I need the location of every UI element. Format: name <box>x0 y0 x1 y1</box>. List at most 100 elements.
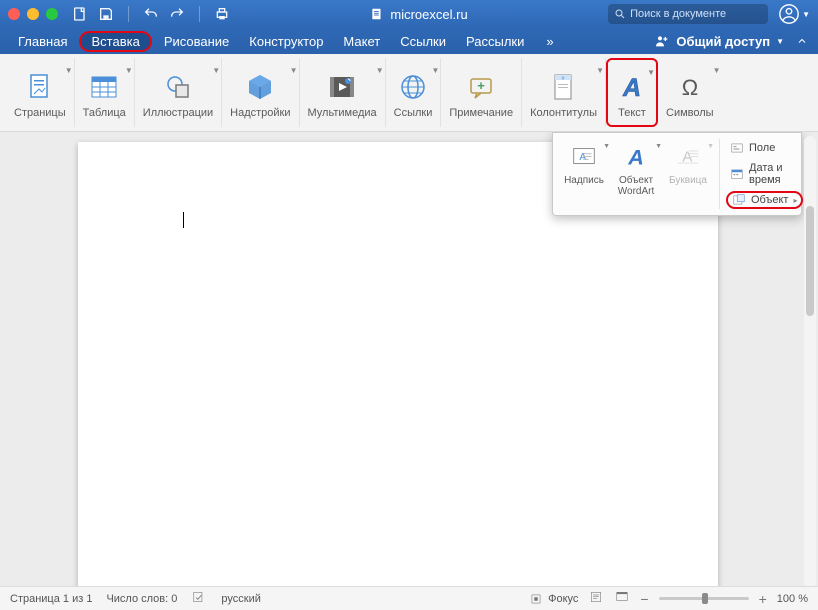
table-icon <box>88 71 120 103</box>
omega-icon: Ω <box>674 71 706 103</box>
undo-icon[interactable] <box>143 6 159 22</box>
print-icon[interactable] <box>214 6 230 22</box>
focus-icon <box>528 592 544 606</box>
ribbon-insert: ▼ Страницы ▼ Таблица ▼ Иллюстрации ▼ Над… <box>0 54 818 132</box>
view-print-layout[interactable] <box>588 590 604 607</box>
zoom-out[interactable]: − <box>640 591 648 607</box>
popup-datetime[interactable]: Дата и время <box>726 160 803 188</box>
chevron-down-icon: ▼ <box>290 66 298 75</box>
ribbon-symbols-label: Символы <box>666 107 714 119</box>
text-dropdown-popup: ▼ A Надпись ▼ A Объект WordArt ▼ A Букви… <box>552 132 802 216</box>
view-web-layout[interactable] <box>614 590 630 607</box>
share-button[interactable]: Общий доступ ▼ <box>654 33 784 49</box>
field-icon <box>730 141 744 155</box>
status-page[interactable]: Страница 1 из 1 <box>10 593 92 605</box>
ribbon-comment[interactable]: + Примечание <box>441 58 522 127</box>
popup-object-label: Объект <box>751 194 788 206</box>
ribbon-text-label: Текст <box>618 107 646 119</box>
chevron-down-icon: ▼ <box>655 143 662 150</box>
ribbon-tabs: Главная Вставка Рисование Конструктор Ма… <box>0 28 818 54</box>
svg-text:Ω: Ω <box>682 75 698 100</box>
wordart-icon: A <box>621 142 651 172</box>
cube-icon <box>244 71 276 103</box>
statusbar: Страница 1 из 1 Число слов: 0 русский Фо… <box>0 586 818 610</box>
vertical-scrollbar[interactable] <box>804 136 816 588</box>
document-title: microexcel.ru <box>230 7 608 22</box>
tab-draw[interactable]: Рисование <box>156 31 237 52</box>
maximize-window[interactable] <box>46 8 58 20</box>
file-icon[interactable] <box>72 6 88 22</box>
scrollbar-thumb[interactable] <box>806 206 814 316</box>
link-icon <box>397 71 429 103</box>
tab-insert[interactable]: Вставка <box>79 31 151 52</box>
weblayout-icon <box>614 590 630 604</box>
status-wordcount[interactable]: Число слов: 0 <box>106 593 177 605</box>
share-icon <box>654 33 670 49</box>
redo-icon[interactable] <box>169 6 185 22</box>
chevron-down-icon: ▼ <box>647 68 655 77</box>
collapse-ribbon-icon[interactable] <box>796 35 808 47</box>
search-input[interactable]: Поиск в документе <box>608 4 768 24</box>
page-icon <box>24 71 56 103</box>
close-window[interactable] <box>8 8 20 20</box>
popup-object[interactable]: Объект ▸ <box>726 191 803 209</box>
zoom-slider[interactable] <box>659 597 749 600</box>
ribbon-media[interactable]: ▼ Мультимедиа <box>300 58 386 127</box>
popup-dropcap-label: Буквица <box>669 175 707 186</box>
media-icon <box>326 71 358 103</box>
ribbon-headerfooter[interactable]: ▼ # Колонтитулы <box>522 58 606 127</box>
chevron-down-icon: ▼ <box>713 66 721 75</box>
shapes-icon <box>162 71 194 103</box>
object-icon <box>732 193 746 207</box>
ribbon-illustrations[interactable]: ▼ Иллюстрации <box>135 58 222 127</box>
chevron-down-icon: ▼ <box>431 66 439 75</box>
ribbon-media-label: Мультимедиа <box>308 107 377 119</box>
text-cursor <box>183 212 184 228</box>
ribbon-text[interactable]: ▼ A Текст <box>606 58 658 127</box>
svg-text:A: A <box>627 145 644 170</box>
ribbon-links-label: Ссылки <box>394 107 433 119</box>
popup-datetime-label: Дата и время <box>749 162 799 186</box>
status-language[interactable]: русский <box>221 593 260 605</box>
textbox-icon: A <box>569 142 599 172</box>
popup-field-label: Поле <box>749 142 775 154</box>
status-focus-label: Фокус <box>548 593 578 605</box>
tab-home[interactable]: Главная <box>10 31 75 52</box>
ribbon-symbols[interactable]: ▼ Ω Символы <box>658 58 722 127</box>
popup-textbox[interactable]: ▼ A Надпись <box>559 139 609 209</box>
tab-mailings[interactable]: Рассылки <box>458 31 532 52</box>
printlayout-icon <box>588 590 604 604</box>
popup-field[interactable]: Поле <box>726 139 803 157</box>
user-account-icon[interactable] <box>778 3 800 25</box>
doc-name-label: microexcel.ru <box>390 7 467 22</box>
zoom-value[interactable]: 100 % <box>777 593 808 605</box>
status-spellcheck[interactable] <box>191 590 207 607</box>
word-doc-icon <box>370 7 384 21</box>
save-icon[interactable] <box>98 6 114 22</box>
tabs-overflow[interactable]: » <box>538 31 561 52</box>
calendar-icon <box>730 167 744 181</box>
chevron-down-icon: ▼ <box>376 66 384 75</box>
popup-wordart[interactable]: ▼ A Объект WordArt <box>611 139 661 209</box>
wordart-a-icon: A <box>616 71 648 103</box>
chevron-down-icon: ▼ <box>596 66 604 75</box>
ribbon-headerfooter-label: Колонтитулы <box>530 107 597 119</box>
chevron-down-icon: ▼ <box>125 66 133 75</box>
dropcap-icon: A <box>673 142 703 172</box>
ribbon-illustrations-label: Иллюстрации <box>143 107 213 119</box>
zoom-in[interactable]: + <box>759 591 767 607</box>
ribbon-pages[interactable]: ▼ Страницы <box>6 58 75 127</box>
ribbon-links[interactable]: ▼ Ссылки <box>386 58 442 127</box>
tab-references[interactable]: Ссылки <box>392 31 454 52</box>
tab-layout[interactable]: Макет <box>335 31 388 52</box>
ribbon-addins[interactable]: ▼ Надстройки <box>222 58 299 127</box>
svg-text:#: # <box>561 76 564 82</box>
popup-dropcap: ▼ A Буквица <box>663 139 713 209</box>
view-focus[interactable]: Фокус <box>528 592 578 606</box>
ribbon-pages-label: Страницы <box>14 107 66 119</box>
ribbon-table[interactable]: ▼ Таблица <box>75 58 135 127</box>
minimize-window[interactable] <box>27 8 39 20</box>
tab-design[interactable]: Конструктор <box>241 31 331 52</box>
zoom-slider-thumb[interactable] <box>702 593 708 604</box>
user-dropdown-icon[interactable]: ▼ <box>802 10 810 19</box>
